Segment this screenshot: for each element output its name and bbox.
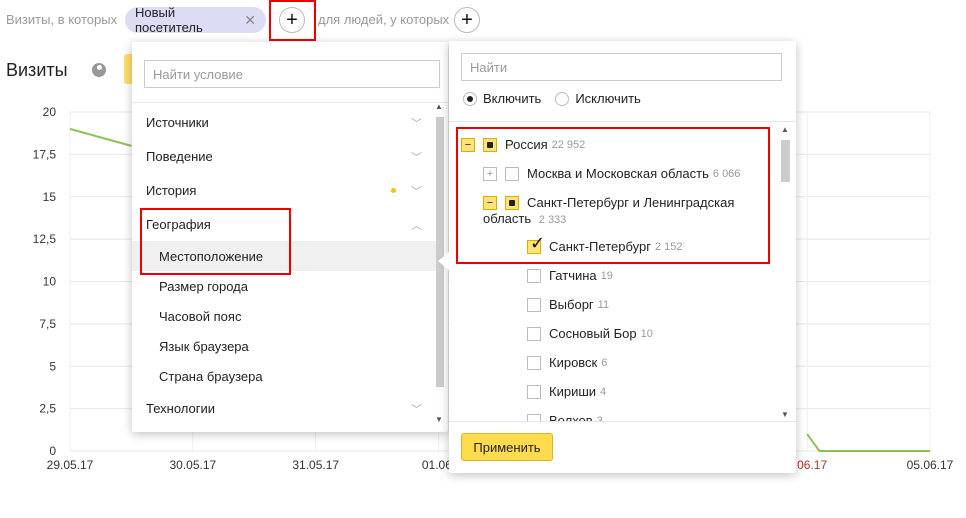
tree-node-label: Кириши: [549, 384, 597, 399]
close-icon[interactable]: ✕: [244, 12, 256, 29]
menu-item-behavior[interactable]: Поведение ﹀: [132, 141, 436, 171]
x-tick-label: 30.05.17: [169, 458, 216, 472]
menu-item-technology[interactable]: Технологии ﹀: [132, 393, 436, 423]
scroll-down-icon[interactable]: ▼: [435, 415, 443, 424]
y-tick-label: 7,5: [39, 317, 56, 331]
checkbox[interactable]: [527, 298, 541, 312]
tree-node-count: 6: [601, 357, 608, 369]
y-tick-label: 2,5: [39, 402, 56, 416]
segment-middle-text: для людей, у которых: [318, 12, 450, 27]
tree-node-volkhov[interactable]: Волхов 3: [527, 413, 603, 421]
y-tick-label: 17,5: [33, 147, 57, 161]
highlight-box: [456, 127, 770, 264]
y-tick-label: 5: [49, 359, 56, 373]
segment-bar: Визиты, в которых Новый посетитель ✕ + д…: [0, 0, 966, 41]
include-label[interactable]: Включить: [483, 91, 541, 106]
checkbox[interactable]: [527, 269, 541, 283]
y-tick-label: 15: [43, 190, 57, 204]
checkbox[interactable]: [527, 327, 541, 341]
tree-node-sosnovy-bor[interactable]: Сосновый Бор 10: [527, 326, 653, 342]
tree-node-label: Сосновый Бор: [549, 326, 637, 341]
y-tick-label: 0: [49, 444, 56, 458]
checkbox[interactable]: [527, 385, 541, 399]
condition-search-input[interactable]: Найти условие: [144, 60, 440, 88]
menu-item-label: Технологии: [146, 400, 216, 416]
add-user-condition-button[interactable]: +: [454, 7, 480, 33]
divider: [449, 121, 796, 122]
sub-item-browser-language[interactable]: Язык браузера: [132, 331, 436, 361]
x-tick-label: 31.05.17: [292, 458, 339, 472]
segment-chip[interactable]: Новый посетитель ✕: [125, 5, 266, 35]
sub-item-browser-country[interactable]: Страна браузера: [132, 361, 436, 391]
tree-node-count: 10: [640, 328, 653, 340]
menu-item-label: История: [146, 182, 197, 198]
y-tick-label: 20: [43, 105, 57, 119]
exclude-label[interactable]: Исключить: [575, 91, 641, 106]
tree-node-kirovsk[interactable]: Кировск 6: [527, 355, 607, 371]
scroll-up-icon[interactable]: ▲: [781, 125, 789, 134]
include-radio[interactable]: [463, 91, 477, 106]
tree-node-label: Гатчина: [549, 268, 597, 283]
chevron-up-icon: ︿: [411, 220, 422, 232]
sub-item-city-size[interactable]: Размер города: [132, 271, 436, 301]
tree-node-count: 19: [600, 270, 613, 282]
menu-item-label: Источники: [146, 114, 209, 130]
tree-node-count: 3: [596, 415, 603, 421]
tree-node-kirishi[interactable]: Кириши 4: [527, 384, 606, 400]
tree-node-vyborg[interactable]: Выборг 11: [527, 297, 609, 313]
menu-item-label: Поведение: [146, 148, 213, 164]
chevron-down-icon: ﹀: [411, 404, 422, 416]
chevron-down-icon: ﹀: [411, 152, 422, 164]
pie-chart-icon[interactable]: [92, 63, 106, 77]
scroll-up-icon[interactable]: ▲: [435, 102, 443, 111]
segment-prefix: Визиты, в которых: [6, 12, 118, 27]
checkbox[interactable]: [527, 356, 541, 370]
location-search-input[interactable]: Найти: [461, 53, 782, 81]
tree-scrollbar[interactable]: ▲ ▼: [780, 125, 790, 419]
divider: [132, 102, 448, 103]
tree-node-gatchina[interactable]: Гатчина 19: [527, 268, 613, 284]
tree-node-count: 11: [597, 299, 610, 311]
indicator-dot: [391, 188, 396, 193]
popover-caret: [438, 252, 449, 270]
series-line: [806, 433, 930, 452]
exclude-radio[interactable]: [555, 91, 570, 106]
scrollbar-thumb[interactable]: [781, 140, 790, 182]
chart-title: Визиты: [6, 60, 68, 80]
y-tick-label: 12,5: [33, 232, 57, 246]
chevron-down-icon: ﹀: [411, 118, 422, 130]
divider: [449, 421, 796, 422]
menu-item-history[interactable]: История ﹀: [132, 175, 436, 205]
y-tick-label: 10: [43, 275, 57, 289]
scroll-down-icon[interactable]: ▼: [781, 410, 789, 419]
x-tick-label: 29.05.17: [47, 458, 94, 472]
include-exclude-toggle: Включить Исключить: [463, 91, 641, 106]
apply-button[interactable]: Применить: [461, 433, 553, 461]
highlight-box: [140, 208, 291, 275]
sub-item-timezone[interactable]: Часовой пояс: [132, 301, 436, 331]
segment-chip-label: Новый посетитель: [135, 5, 203, 35]
tree-node-label: Волхов: [549, 413, 593, 421]
series-line: [69, 127, 132, 147]
menu-item-sources[interactable]: Источники ﹀: [132, 107, 436, 137]
highlight-box: [269, 0, 316, 41]
tree-node-label: Кировск: [549, 355, 598, 370]
chevron-down-icon: ﹀: [411, 186, 422, 198]
checkbox[interactable]: [527, 414, 541, 421]
x-tick-label: 05.06.17: [907, 458, 954, 472]
tree-node-count: 4: [600, 386, 607, 398]
tree-node-label: Выборг: [549, 297, 594, 312]
